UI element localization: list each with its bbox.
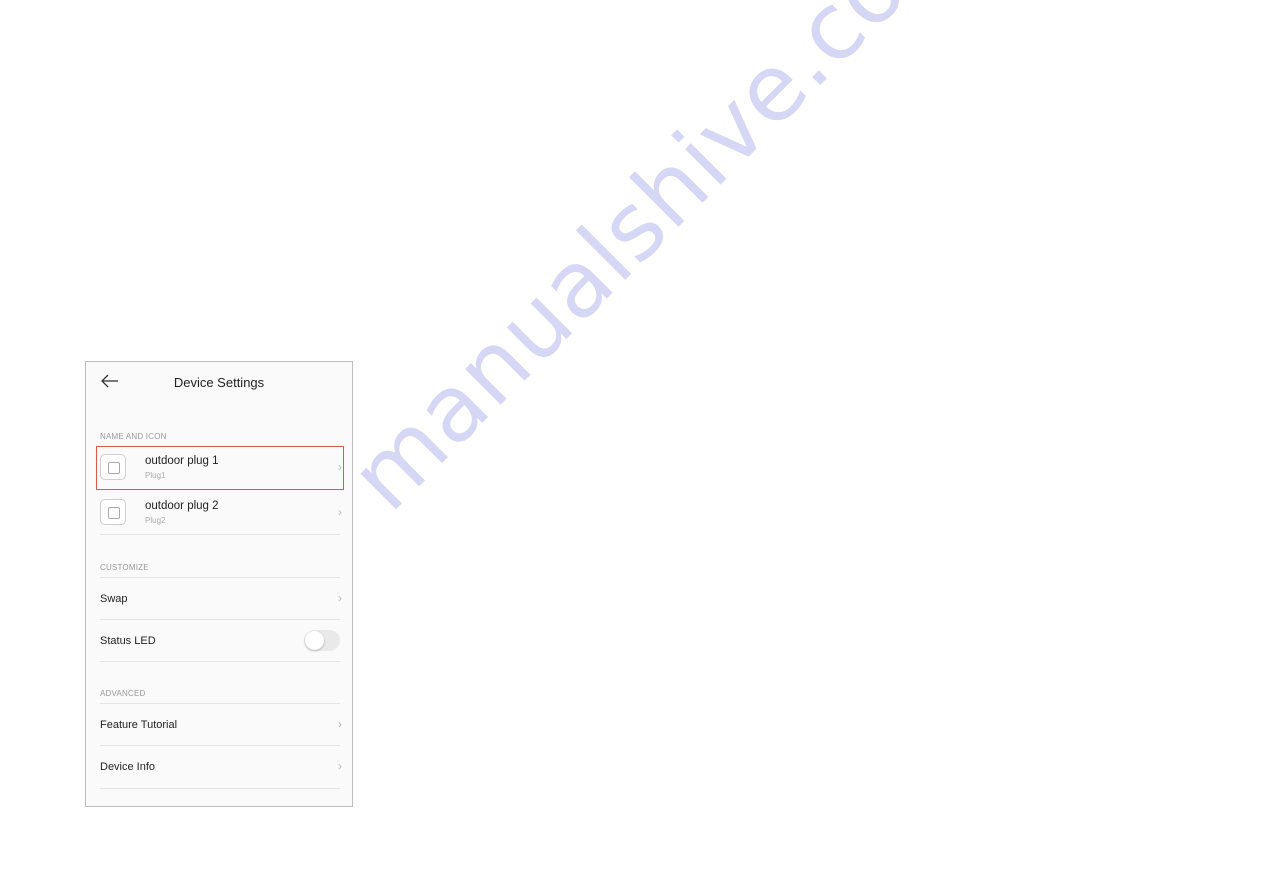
swap-label: Swap xyxy=(100,593,128,605)
device-info-row[interactable]: Device Info › xyxy=(100,746,342,789)
header: Device Settings xyxy=(86,362,352,404)
status-led-label: Status LED xyxy=(100,635,156,647)
device-settings-screen: Device Settings NAME AND ICON outdoor pl… xyxy=(85,361,353,807)
status-led-toggle[interactable] xyxy=(304,630,340,651)
plug-name: outdoor plug 2 xyxy=(145,500,219,512)
chevron-right-icon: › xyxy=(338,591,342,605)
section-advanced: ADVANCED xyxy=(100,689,146,698)
toggle-knob xyxy=(305,631,324,650)
watermark: manualshive.com xyxy=(330,0,992,531)
highlight-box xyxy=(96,446,344,490)
plug-row-2[interactable]: outdoor plug 2 Plug2 › xyxy=(100,491,342,535)
feature-tutorial-row[interactable]: Feature Tutorial › xyxy=(100,704,342,746)
swap-row[interactable]: Swap › xyxy=(100,578,342,620)
section-name-and-icon: NAME AND ICON xyxy=(100,432,167,441)
feature-tutorial-label: Feature Tutorial xyxy=(100,719,178,731)
outlet-icon xyxy=(100,499,126,525)
plug-subtitle: Plug2 xyxy=(145,516,166,525)
chevron-right-icon: › xyxy=(338,759,342,773)
page-title: Device Settings xyxy=(173,375,265,390)
status-led-row: Status LED xyxy=(100,620,340,662)
chevron-right-icon: › xyxy=(338,505,342,519)
device-info-label: Device Info xyxy=(100,761,156,773)
chevron-right-icon: › xyxy=(338,717,342,731)
section-customize: CUSTOMIZE xyxy=(100,563,149,572)
